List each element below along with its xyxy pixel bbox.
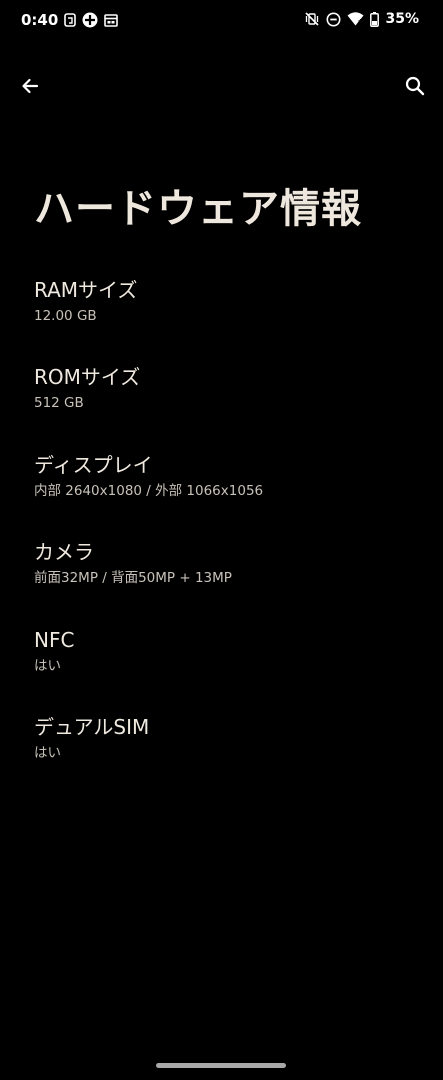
app-bar [0, 64, 443, 108]
info-item-camera: カメラ 前面32MP / 背面50MP + 13MP [34, 538, 414, 625]
hardware-info-list: RAMサイズ 12.00 GB ROMサイズ 512 GB ディスプレイ 内部 … [34, 276, 414, 800]
info-value: 512 GB [34, 395, 84, 412]
arrow-back-icon [22, 78, 39, 94]
do-not-disturb-icon [326, 12, 341, 27]
battery-icon [370, 11, 380, 27]
status-right: 35% [304, 11, 419, 27]
info-item-rom: ROMサイズ 512 GB [34, 363, 414, 450]
wifi-icon [347, 12, 364, 26]
info-item-dual-sim: デュアルSIM はい [34, 713, 414, 800]
status-bar: 0:40 35% [0, 0, 443, 44]
info-item-nfc: NFC はい [34, 626, 414, 713]
info-label: NFC [34, 627, 75, 652]
info-value: はい [34, 657, 61, 674]
gesture-navigation-handle[interactable] [156, 1063, 286, 1068]
battery-percentage: 35% [385, 11, 419, 27]
info-label: RAMサイズ [34, 278, 138, 302]
info-label: デュアルSIM [34, 714, 150, 739]
search-button[interactable] [399, 70, 431, 102]
search-icon [405, 76, 425, 96]
game-icon [82, 12, 98, 28]
clock: 0:40 [21, 11, 59, 29]
info-value: 12.00 GB [34, 308, 97, 324]
back-button[interactable] [14, 70, 46, 102]
page-title: ハードウェア情報 [34, 186, 362, 232]
info-label: カメラ [34, 540, 94, 565]
mute-vibrate-icon [304, 11, 320, 27]
info-value: 内部 2640x1080 / 外部 1066x1056 [34, 482, 264, 499]
info-label: ディスプレイ [34, 452, 153, 477]
status-left: 0:40 [21, 11, 119, 29]
info-item-ram: RAMサイズ 12.00 GB [34, 276, 414, 363]
app-icon [64, 13, 77, 27]
calendar-icon [104, 13, 119, 27]
info-value: はい [34, 744, 61, 761]
info-value: 前面32MP / 背面50MP + 13MP [34, 570, 232, 587]
info-item-display: ディスプレイ 内部 2640x1080 / 外部 1066x1056 [34, 451, 414, 538]
info-label: ROMサイズ [34, 365, 141, 390]
